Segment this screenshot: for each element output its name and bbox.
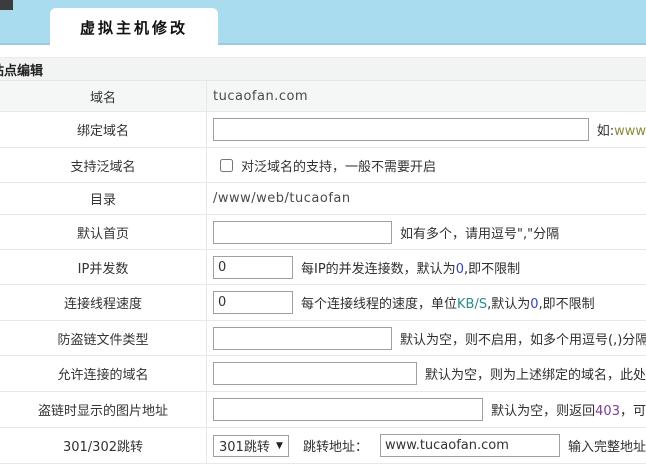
- table-row: 允许连接的域名 默认为空，则为上述绑定的域名，此处: [0, 356, 646, 392]
- wildcard-hint: 对泛域名的支持，一般不需要开启: [241, 156, 436, 175]
- wildcard-checkbox[interactable]: [220, 159, 233, 172]
- virtual-host-edit-page: 虚拟主机修改 站点编辑 域名 tucaofan.com 绑定域名 如:www 支…: [0, 0, 646, 468]
- top-header-bar: 虚拟主机修改: [0, 0, 646, 45]
- thread-speed-hint: 每个连接线程的速度，单位KB/S,默认为0,即不限制: [301, 293, 595, 312]
- ip-concurrency-hint: 每IP的并发连接数，默认为0,即不限制: [301, 258, 520, 277]
- directory-value: /www/web/tucaofan: [213, 191, 351, 206]
- allowed-domains-input[interactable]: [213, 362, 417, 385]
- leech-image-url-hint: 默认为空，则返回403，可: [491, 400, 646, 419]
- chevron-down-icon: ▼: [276, 441, 283, 451]
- field-label-antileech-types: 防盗链文件类型: [0, 321, 207, 355]
- table-row: 支持泛域名 对泛域名的支持，一般不需要开启: [0, 148, 646, 183]
- cut-off-row: [0, 464, 646, 468]
- ip-concurrency-input[interactable]: [213, 256, 293, 279]
- table-row: 域名 tucaofan.com: [0, 81, 646, 112]
- table-row: 301/302跳转 301跳转 ▼ 跳转地址： 输入完整地址: [0, 428, 646, 464]
- domain-value: tucaofan.com: [213, 89, 308, 104]
- field-label-domain: 域名: [0, 81, 207, 111]
- redirect-address-hint: 输入完整地址: [568, 436, 646, 455]
- section-header: 站点编辑: [0, 57, 646, 81]
- default-index-input[interactable]: [213, 221, 392, 244]
- redirect-address-label: 跳转地址：: [303, 436, 368, 455]
- table-row: 防盗链文件类型 默认为空，则不启用，如多个用逗号(,)分隔: [0, 321, 646, 356]
- table-row: 连接线程速度 每个连接线程的速度，单位KB/S,默认为0,即不限制: [0, 285, 646, 321]
- redirect-address-input[interactable]: [380, 434, 560, 457]
- thread-speed-input[interactable]: [213, 291, 293, 314]
- table-row: 绑定域名 如:www: [0, 112, 646, 148]
- field-label-default-index: 默认首页: [0, 215, 207, 249]
- redirect-type-value: 301跳转: [219, 436, 270, 455]
- field-label-allowed-domains: 允许连接的域名: [0, 356, 207, 391]
- bind-domain-input[interactable]: [213, 118, 589, 141]
- default-index-hint: 如有多个，请用逗号","分隔: [400, 223, 559, 242]
- allowed-domains-hint: 默认为空，则为上述绑定的域名，此处: [425, 364, 646, 383]
- section-title: 站点编辑: [0, 60, 43, 79]
- table-row: 目录 /www/web/tucaofan: [0, 183, 646, 215]
- table-row: 默认首页 如有多个，请用逗号","分隔: [0, 215, 646, 250]
- site-edit-form: 域名 tucaofan.com 绑定域名 如:www 支持泛域名 对泛域名的支持…: [0, 81, 646, 468]
- corner-fragment: [0, 0, 13, 10]
- field-label-ip-concurrency: IP并发数: [0, 250, 207, 284]
- tab-virtual-host-edit[interactable]: 虚拟主机修改: [50, 8, 218, 47]
- field-label-leech-image-url: 盗链时显示的图片地址: [0, 392, 207, 427]
- table-row: IP并发数 每IP的并发连接数，默认为0,即不限制: [0, 250, 646, 285]
- table-row: 盗链时显示的图片地址 默认为空，则返回403，可: [0, 392, 646, 428]
- bind-domain-hint: 如:www: [597, 120, 646, 139]
- field-label-thread-speed: 连接线程速度: [0, 285, 207, 320]
- antileech-types-hint: 默认为空，则不启用，如多个用逗号(,)分隔: [400, 329, 646, 348]
- field-label-wildcard: 支持泛域名: [0, 148, 207, 182]
- redirect-type-select[interactable]: 301跳转 ▼: [213, 435, 289, 457]
- leech-image-url-input[interactable]: [213, 398, 483, 421]
- tab-title: 虚拟主机修改: [80, 17, 188, 38]
- field-label-directory: 目录: [0, 183, 207, 214]
- field-label-redirect: 301/302跳转: [0, 428, 207, 463]
- field-label-bind-domain: 绑定域名: [0, 112, 207, 147]
- antileech-types-input[interactable]: [213, 327, 392, 350]
